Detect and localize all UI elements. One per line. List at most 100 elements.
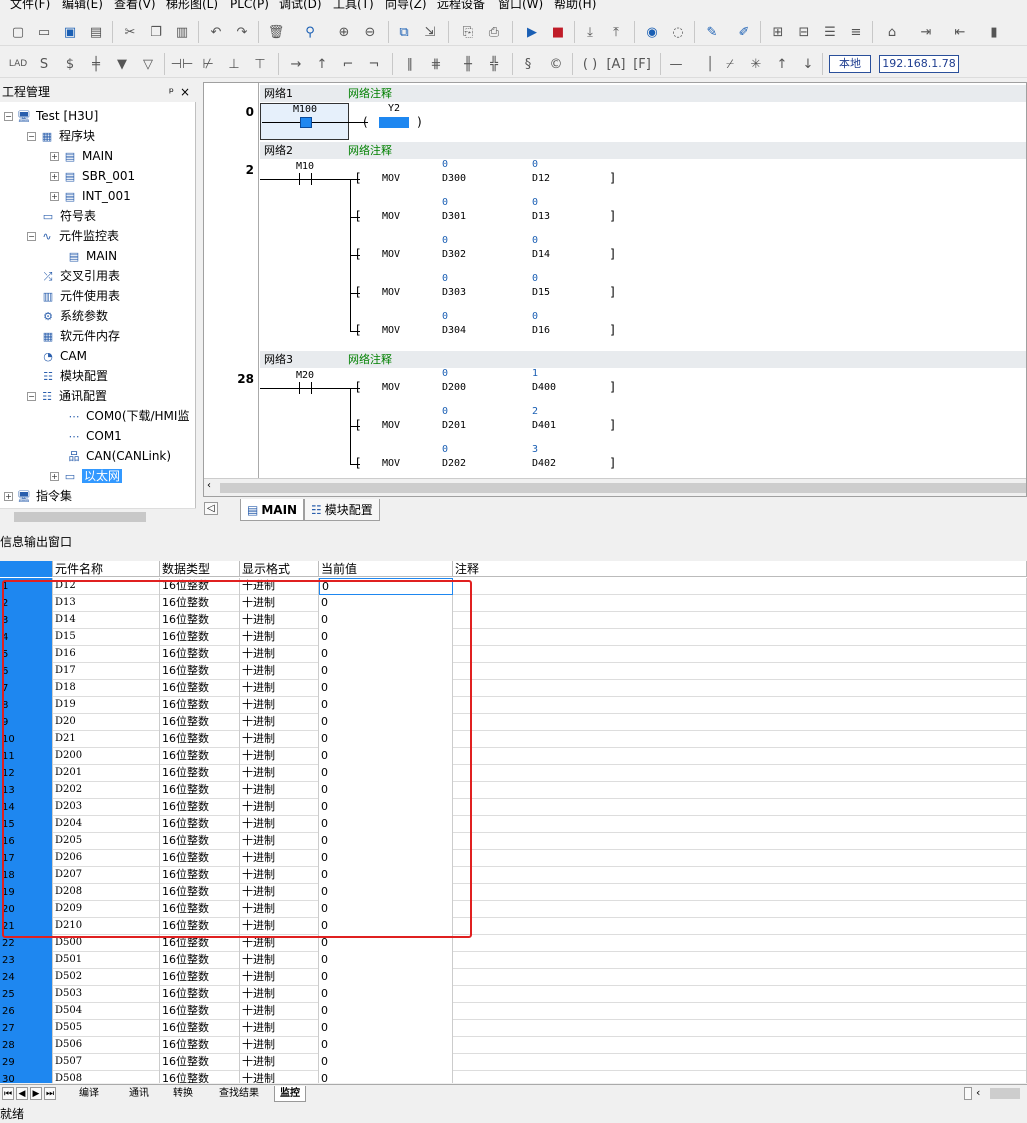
tree-com0[interactable]: ⋯ COM0(下载/HMI监: [66, 406, 190, 426]
current-value-cell[interactable]: 0: [319, 867, 453, 884]
table-row[interactable]: 12 D201 16位整数 十进制 0: [0, 765, 1027, 782]
row-index[interactable]: 16: [0, 833, 53, 850]
network-delete-icon[interactable]: ⊖: [360, 22, 380, 42]
parallel-contact-icon[interactable]: ∥: [400, 54, 420, 74]
format-cell[interactable]: 十进制: [240, 986, 319, 1003]
scrollbar-thumb[interactable]: [14, 512, 146, 522]
source-operand[interactable]: D202: [442, 458, 466, 469]
current-value-cell[interactable]: 0: [319, 799, 453, 816]
format-cell[interactable]: 十进制: [240, 714, 319, 731]
scrollbar-thumb[interactable]: [990, 1088, 1020, 1099]
device-icon[interactable]: ⌂: [882, 22, 902, 42]
delete-hline-icon[interactable]: ⌿: [720, 54, 740, 74]
format-cell[interactable]: 十进制: [240, 1054, 319, 1071]
format-cell[interactable]: 十进制: [240, 629, 319, 646]
expand-icon[interactable]: +: [4, 492, 13, 501]
instruction-op[interactable]: MOV: [382, 420, 400, 431]
tree-can[interactable]: 品 CAN(CANLink): [66, 446, 172, 466]
vertical-line-icon[interactable]: │: [700, 54, 720, 74]
row-index[interactable]: 25: [0, 986, 53, 1003]
tree-comm-cfg[interactable]: − ☷ 通讯配置: [27, 386, 107, 406]
format-cell[interactable]: 十进制: [240, 765, 319, 782]
row-index[interactable]: 27: [0, 1020, 53, 1037]
monitor-stop-icon[interactable]: ◌: [668, 22, 688, 42]
tab-module-config[interactable]: ☷ 模块配置: [304, 499, 380, 521]
header-name[interactable]: 元件名称: [53, 561, 160, 577]
data-type-cell[interactable]: 16位整数: [160, 782, 240, 799]
collapse-icon[interactable]: −: [27, 232, 36, 241]
table-row[interactable]: 18 D207 16位整数 十进制 0: [0, 867, 1027, 884]
expand-icon[interactable]: +: [50, 172, 59, 181]
sfc-mode-icon[interactable]: S: [34, 54, 54, 74]
table-row[interactable]: 15 D204 16位整数 十进制 0: [0, 816, 1027, 833]
current-value-cell[interactable]: 0: [319, 952, 453, 969]
table-row[interactable]: 14 D203 16位整数 十进制 0: [0, 799, 1027, 816]
list-icon[interactable]: ≡: [846, 22, 866, 42]
scroll-left-icon[interactable]: ‹: [976, 1086, 980, 1099]
nc-contact-icon[interactable]: ⊬: [198, 54, 218, 74]
row-index[interactable]: 21: [0, 918, 53, 935]
data-type-cell[interactable]: 16位整数: [160, 578, 240, 595]
row-index[interactable]: 29: [0, 1054, 53, 1071]
write-icon[interactable]: ✎: [702, 22, 722, 42]
instruction-op[interactable]: MOV: [382, 249, 400, 260]
comment-cell[interactable]: [453, 731, 1027, 748]
delete-icon[interactable]: 🗑: [266, 22, 286, 42]
instruction-op[interactable]: MOV: [382, 325, 400, 336]
scroll-left-icon[interactable]: ‹: [207, 480, 211, 491]
format-cell[interactable]: 十进制: [240, 935, 319, 952]
edit-icon[interactable]: ✐: [734, 22, 754, 42]
tree-ethernet[interactable]: + ▭ 以太网: [50, 466, 123, 486]
format-cell[interactable]: 十进制: [240, 918, 319, 935]
row-index[interactable]: 8: [0, 697, 53, 714]
comment-cell[interactable]: [453, 833, 1027, 850]
source-operand[interactable]: D300: [442, 173, 466, 184]
header-value[interactable]: 当前值: [319, 561, 453, 577]
table-row[interactable]: 29 D507 16位整数 十进制 0: [0, 1054, 1027, 1071]
table-row[interactable]: 26 D504 16位整数 十进制 0: [0, 1003, 1027, 1020]
menu-view[interactable]: 查看(V): [114, 0, 156, 12]
comment-cell[interactable]: [453, 952, 1027, 969]
arrow-down-icon[interactable]: ↓: [798, 54, 818, 74]
table-row[interactable]: 25 D503 16位整数 十进制 0: [0, 986, 1027, 1003]
current-value-cell[interactable]: 0: [319, 986, 453, 1003]
comment-cell[interactable]: [453, 1020, 1027, 1037]
tab-monitor[interactable]: 监控: [274, 1086, 306, 1102]
menu-plc[interactable]: PLC(P): [230, 0, 269, 12]
data-type-cell[interactable]: 16位整数: [160, 697, 240, 714]
run-icon[interactable]: ▶: [522, 22, 542, 42]
branch-icon[interactable]: ⌐: [338, 54, 358, 74]
data-type-cell[interactable]: 16位整数: [160, 646, 240, 663]
current-value-cell[interactable]: 0: [319, 833, 453, 850]
current-value-cell[interactable]: 0: [319, 1037, 453, 1054]
current-value-cell[interactable]: 0: [319, 748, 453, 765]
comment-cell[interactable]: [453, 578, 1027, 595]
data-type-cell[interactable]: 16位整数: [160, 629, 240, 646]
element-name-cell[interactable]: D504: [53, 1003, 160, 1020]
export-icon[interactable]: ⇲: [420, 22, 440, 42]
element-name-cell[interactable]: D204: [53, 816, 160, 833]
ladder-horizontal-scrollbar[interactable]: ‹: [204, 478, 1026, 496]
instruction-op[interactable]: MOV: [382, 382, 400, 393]
source-operand[interactable]: D301: [442, 211, 466, 222]
row-index[interactable]: 3: [0, 612, 53, 629]
tree-program-int[interactable]: + ▤ INT_001: [50, 186, 131, 206]
table-row[interactable]: 27 D505 16位整数 十进制 0: [0, 1020, 1027, 1037]
format-cell[interactable]: 十进制: [240, 731, 319, 748]
data-type-cell[interactable]: 16位整数: [160, 935, 240, 952]
current-value-cell[interactable]: 0: [319, 1071, 453, 1083]
element-name-cell[interactable]: D19: [53, 697, 160, 714]
row-index[interactable]: 7: [0, 680, 53, 697]
expand-icon[interactable]: +: [50, 472, 59, 481]
row-index[interactable]: 6: [0, 663, 53, 680]
table-row[interactable]: 19 D208 16位整数 十进制 0: [0, 884, 1027, 901]
stop-icon[interactable]: ■: [548, 22, 568, 42]
element-name-cell[interactable]: D201: [53, 765, 160, 782]
element-name-cell[interactable]: D15: [53, 629, 160, 646]
collapse-icon[interactable]: −: [4, 112, 13, 121]
comment-cell[interactable]: [453, 748, 1027, 765]
comment-cell[interactable]: [453, 663, 1027, 680]
data-type-cell[interactable]: 16位整数: [160, 969, 240, 986]
format-cell[interactable]: 十进制: [240, 799, 319, 816]
header-comment[interactable]: 注释: [453, 561, 1027, 577]
